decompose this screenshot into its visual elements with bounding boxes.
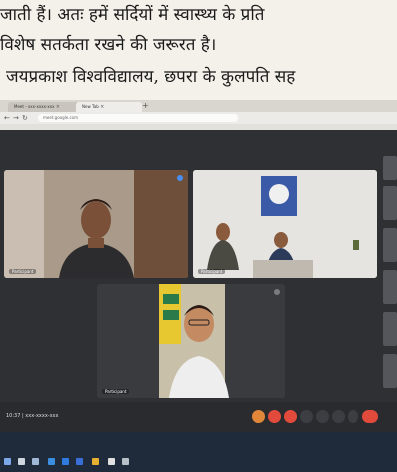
- address-bar: ← → ↻ meet.google.com: [0, 112, 397, 124]
- more-options-icon[interactable]: [348, 410, 358, 423]
- reactions-icon[interactable]: [252, 410, 265, 423]
- end-call-icon[interactable]: [362, 410, 378, 423]
- settings-icon[interactable]: [122, 458, 129, 465]
- camera-icon[interactable]: [284, 410, 297, 423]
- task-view-icon[interactable]: [32, 458, 39, 465]
- browser-tab-bar: Meet - xxx-xxxx-xxx × New Tab × +: [0, 100, 397, 112]
- side-participant-tile[interactable]: [383, 156, 397, 180]
- captions-icon[interactable]: [300, 410, 313, 423]
- monitor-screen: Meet - xxx-xxxx-xxx × New Tab × + ← → ↻ …: [0, 100, 397, 472]
- forward-icon[interactable]: →: [13, 114, 19, 122]
- back-icon[interactable]: ←: [4, 114, 10, 122]
- side-participant-tile[interactable]: [383, 186, 397, 220]
- participant-name: Participant: [102, 389, 130, 394]
- meeting-time-code: 10:37 | xxx-xxxx-xxx: [6, 413, 59, 419]
- participant-tile[interactable]: Participant: [193, 170, 377, 278]
- side-participant-tile[interactable]: [383, 312, 397, 346]
- new-tab-icon[interactable]: +: [142, 101, 149, 110]
- start-icon[interactable]: [4, 458, 11, 465]
- newspaper-text: जाती हैं। अतः हमें सर्दियों में स्वास्थ्…: [0, 0, 397, 100]
- participant-name: Participant: [9, 269, 37, 274]
- camera-app-icon[interactable]: [108, 458, 115, 465]
- url-field[interactable]: meet.google.com: [38, 114, 238, 122]
- close-icon[interactable]: ×: [100, 104, 104, 110]
- tab-new[interactable]: New Tab ×: [76, 102, 142, 112]
- meeting-grid: Participant Participant Participant: [0, 130, 397, 432]
- article-line-2: विशेष सतर्कता रखने की जरूरत है।: [0, 35, 217, 55]
- article-line-1: जाती हैं। अतः हमें सर्दियों में स्वास्थ्…: [0, 5, 265, 25]
- side-participant-tile[interactable]: [383, 354, 397, 388]
- video-feed-image: [193, 170, 377, 278]
- reload-icon[interactable]: ↻: [22, 114, 28, 122]
- article-line-3: जयप्रकाश विश्वविद्यालय, छपरा के कुलपति स…: [6, 67, 296, 87]
- more-options-icon[interactable]: [274, 289, 280, 295]
- side-participant-strip: [381, 156, 397, 408]
- participant-tile[interactable]: Participant: [4, 170, 188, 278]
- participant-name: Participant: [198, 269, 226, 274]
- meeting-controls-bar: 10:37 | xxx-xxxx-xxx: [0, 402, 397, 432]
- tab-meet[interactable]: Meet - xxx-xxxx-xxx ×: [8, 102, 80, 112]
- side-participant-tile[interactable]: [383, 270, 397, 304]
- os-taskbar: [0, 432, 397, 472]
- browser-icon[interactable]: [48, 458, 55, 465]
- speaking-indicator-icon: [177, 175, 183, 181]
- search-icon[interactable]: [18, 458, 25, 465]
- tab-label: Meet - xxx-xxxx-xxx: [14, 104, 55, 109]
- microphone-icon[interactable]: [268, 410, 281, 423]
- edge-icon[interactable]: [62, 458, 69, 465]
- participant-tile[interactable]: Participant: [97, 284, 285, 398]
- raise-hand-icon[interactable]: [316, 410, 329, 423]
- side-participant-tile[interactable]: [383, 228, 397, 262]
- mail-icon[interactable]: [76, 458, 83, 465]
- video-feed-image: [4, 170, 188, 278]
- files-icon[interactable]: [92, 458, 99, 465]
- present-icon[interactable]: [332, 410, 345, 423]
- video-feed-image: [97, 284, 285, 398]
- tab-label: New Tab: [82, 104, 99, 109]
- close-icon[interactable]: ×: [56, 104, 60, 110]
